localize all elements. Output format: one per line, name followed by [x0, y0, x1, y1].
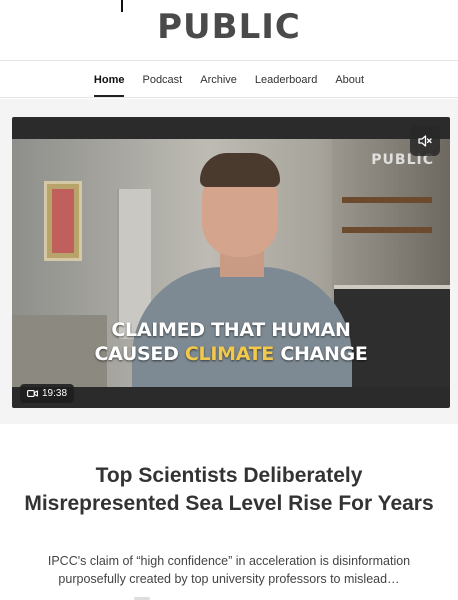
mute-button[interactable]	[410, 126, 440, 156]
nav-item-podcast[interactable]: Podcast	[133, 61, 191, 97]
kitchen-shelf	[342, 227, 432, 233]
wall-painting	[44, 181, 82, 261]
video-player[interactable]: PUBLIC CLAIMED THAT HUMAN CAUSED CLIMATE…	[12, 117, 450, 408]
site-header: PUBLIC	[0, 0, 458, 60]
caption-text: CAUSED	[94, 343, 185, 365]
video-caption: CLAIMED THAT HUMAN CAUSED CLIMATE CHANGE	[12, 318, 450, 366]
site-logo[interactable]: PUBLIC	[0, 7, 458, 47]
video-camera-icon	[27, 390, 38, 397]
main-nav: Home Podcast Archive Leaderboard About	[0, 60, 458, 98]
caption-line-2: CAUSED CLIMATE CHANGE	[12, 342, 450, 366]
caption-line-1: CLAIMED THAT HUMAN	[111, 319, 351, 341]
nav-item-home[interactable]: Home	[85, 61, 134, 97]
caption-highlight: CLIMATE	[184, 343, 274, 365]
speaker-hair	[200, 153, 280, 187]
article-subtitle: IPCC's claim of “high confidence” in acc…	[47, 554, 411, 586]
article-headline[interactable]: Top Scientists Deliberately Misrepresent…	[20, 462, 438, 518]
duration-badge: 19:38	[20, 384, 75, 403]
speaker-muted-icon	[418, 135, 432, 147]
nav-item-about[interactable]: About	[326, 61, 373, 97]
kitchen-shelf	[342, 197, 432, 203]
video-duration: 19:38	[42, 388, 68, 399]
nav-item-archive[interactable]: Archive	[191, 61, 246, 97]
nav-item-leaderboard[interactable]: Leaderboard	[246, 61, 326, 97]
caption-text: CHANGE	[274, 343, 368, 365]
